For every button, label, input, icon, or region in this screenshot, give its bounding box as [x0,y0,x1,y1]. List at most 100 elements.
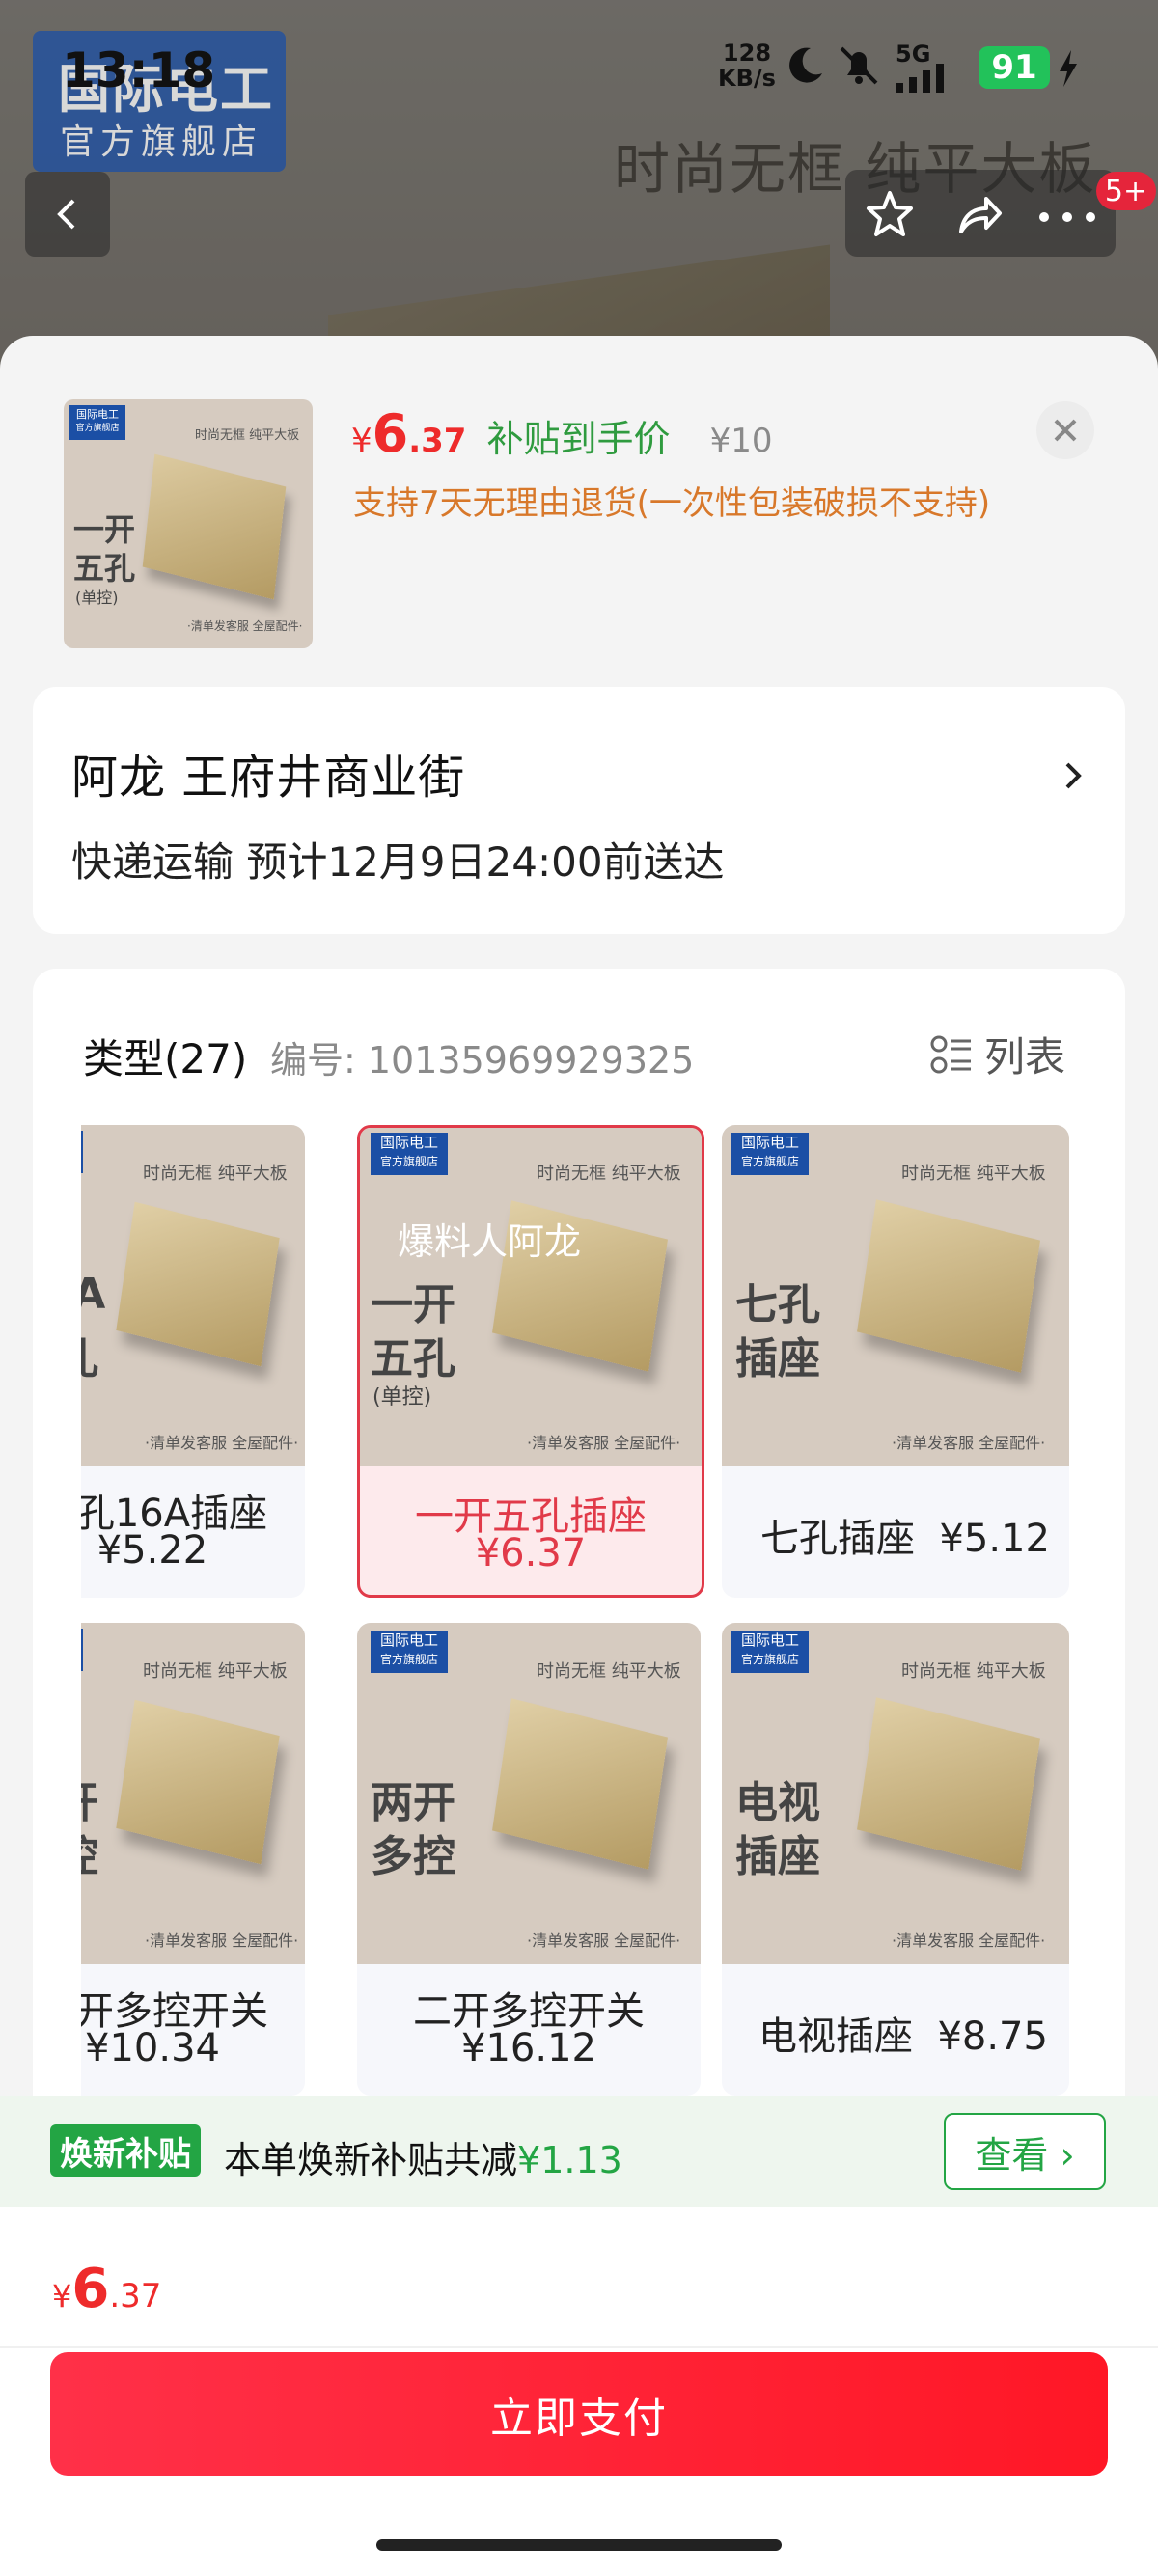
variant-tile[interactable]: 国际电工 官方旗舰店 时尚无框 纯平大板 电视 插座 ·清单发客服 全屋配件· 电… [722,1623,1069,2096]
variant-image-footer: ·清单发客服 全屋配件· [145,1932,299,1950]
variant-image-big-1: 两开 [371,1778,455,1827]
variant-name-price: 七孔插座 ¥5.12 [760,1507,1069,1563]
variant-image-headline: 时尚无框 纯平大板 [143,1164,288,1184]
variant-image-headline: 时尚无框 纯平大板 [901,1164,1046,1184]
subsidy-text: 本单焕新补贴共减¥1.13 [224,2139,622,2181]
total-currency: ¥ [52,2278,72,2315]
variant-image-big-2: 多控 [81,1822,98,1883]
variant-image-big-1: 七孔 [735,1280,820,1329]
variant-image-big-1: 电视 [735,1778,820,1827]
variant-image-footer: ·清单发客服 全屋配件· [527,1434,681,1452]
variant-image-headline: 时尚无框 纯平大板 [901,1661,1046,1682]
variant-image-big-1: 一开 [81,1768,98,1829]
brand-logo-mini: 国际电工官方旗舰店 [371,1631,448,1673]
chevron-right-icon [1060,756,1087,799]
price-line: ¥6.37 补贴到手价 ¥10 [351,403,773,465]
variant-image-footer: ·清单发客服 全屋配件· [145,1434,299,1452]
total-integer: 6 [71,2258,110,2320]
list-view-toggle[interactable]: 列表 [930,1025,1065,1083]
header-actions [845,170,1116,257]
variant-image-footer: ·清单发客服 全屋配件· [892,1434,1046,1452]
close-icon [1054,419,1077,442]
variant-image-big-2: 插座 [735,1334,820,1384]
close-button[interactable] [1036,401,1094,459]
list-view-icon [930,1035,971,1073]
variant-image: 国际电工 官方旗舰店 时尚无框 纯平大板 电视 插座 ·清单发客服 全屋配件· [722,1623,1069,1964]
delivery-estimate: 快递运输 预计12月9日24:00前送达 [71,838,725,886]
return-policy-note: 支持7天无理由退货(一次性包装破损不支持) [353,484,991,523]
subsidy-price-label: 补贴到手价 [486,418,671,460]
brand-logo-mini: 国际电工官方旗舰店 [371,1133,448,1175]
variant-image-footer: ·清单发客服 全屋配件· [527,1932,681,1950]
variant-grid: 国际电工官方旗舰店 时尚无框 纯平大板 16A 三孔 ·清单发客服 全屋配件· … [81,1110,1075,2113]
share-icon[interactable] [951,187,1006,245]
variant-image-big-1: 16A [81,1270,106,1319]
checkout-footer: ¥6.37 立即支付 [0,2207,1158,2576]
variant-image-big-2: 五孔 [371,1334,455,1384]
thumb-big-2: 五孔 [73,550,136,587]
variant-image-headline: 时尚无框 纯平大板 [537,1661,681,1682]
variant-image: 国际电工 官方旗舰店 时尚无框 纯平大板 爆料人阿龙 一开 五孔 (单控) ·清单… [360,1128,702,1466]
variant-price: ¥16.12 [461,2026,596,2070]
battery-level: 91 [979,46,1050,89]
list-view-label: 列表 [984,1033,1066,1081]
status-time: 13:18 [62,42,216,98]
subsidy-amount: ¥1.13 [517,2139,622,2181]
thumb-small: (单控) [75,589,119,607]
subsidy-tag: 焕新补贴 [50,2124,201,2177]
address-card[interactable]: 阿龙 王府井商业街 快递运输 预计12月9日24:00前送达 [33,687,1125,934]
switch-panel-image [492,1698,668,1870]
variant-name: 七孔插座 [760,1517,915,1561]
thumb-footer: ·清单发客服 全屋配件· [187,619,303,633]
variant-image-footer: ·清单发客服 全屋配件· [892,1932,1046,1950]
switch-panel-image [116,1699,280,1865]
brand-logo-mini: 国际电工官方旗舰店 [731,1631,809,1673]
signal-bars-icon [896,62,957,96]
brand-logo-sub: 官方旗舰店 [60,123,263,162]
variant-tile[interactable]: 国际电工官方旗舰店 时尚无框 纯平大板 16A 三孔 ·清单发客服 全屋配件· … [81,1125,305,1598]
variant-image-big-2: 三孔 [81,1324,98,1385]
variant-tile[interactable]: 国际电工 官方旗舰店 时尚无框 纯平大板 七孔 插座 ·清单发客服 全屋配件· 七… [722,1125,1069,1598]
back-button[interactable] [25,172,110,257]
mute-bell-icon [836,44,882,91]
variant-image: 国际电工官方旗舰店 时尚无框 纯平大板 一开 多控 ·清单发客服 全屋配件· [81,1623,305,1964]
brand-logo-mini: 国际电工官方旗舰店 [81,1629,83,1671]
delivery-address: 阿龙 王府井商业街 [71,751,466,805]
variant-tile-selected[interactable]: 国际电工 官方旗舰店 时尚无框 纯平大板 爆料人阿龙 一开 五孔 (单控) ·清单… [357,1125,704,1598]
brand-logo-mini: 国际电工官方旗舰店 [81,1131,83,1173]
price-currency: ¥ [351,422,372,460]
price-decimal: .37 [408,422,467,460]
variant-tile[interactable]: 国际电工官方旗舰店 时尚无框 纯平大板 一开 多控 ·清单发客服 全屋配件· 一… [81,1623,305,2096]
chevron-left-icon [57,199,75,230]
switch-panel-image [857,1199,1040,1373]
brand-logo-mini: 国际电工官方旗舰店 [731,1133,809,1175]
variant-tile[interactable]: 国际电工 官方旗舰店 时尚无框 纯平大板 两开 多控 ·清单发客服 全屋配件· 二… [357,1623,701,2096]
sku-number: 编号: 10135969929325 [270,1039,695,1082]
variant-image: 国际电工 官方旗舰店 时尚无框 纯平大板 两开 多控 ·清单发客服 全屋配件· [357,1623,701,1964]
total-decimal: .37 [109,2277,162,2316]
variant-name-price: 电视插座 ¥8.75 [758,2005,1069,2061]
watermark-text: 爆料人阿龙 [398,1220,582,1263]
divider [0,2346,1158,2348]
variant-image-small: (单控) [372,1385,432,1410]
variant-price: ¥6.37 [475,1531,587,1576]
thumb-headline: 时尚无框 纯平大板 [195,428,300,443]
home-indicator[interactable] [376,2539,782,2551]
variant-price: ¥8.75 [937,2014,1048,2059]
variant-image: 国际电工官方旗舰店 时尚无框 纯平大板 16A 三孔 ·清单发客服 全屋配件· [81,1125,305,1466]
brand-logo-mini: 国际电工官方旗舰店 [69,405,125,440]
pay-now-button[interactable]: 立即支付 [50,2352,1108,2476]
network-speed: 128 KB/s [718,40,776,92]
moon-icon [784,44,826,91]
price-integer: 6 [372,403,409,464]
original-price: ¥10 [709,422,773,460]
switch-panel-image [857,1697,1040,1871]
variant-image-headline: 时尚无框 纯平大板 [143,1661,288,1682]
variant-price: ¥10.34 [85,2026,220,2070]
star-icon[interactable] [863,187,917,245]
total-price: ¥6.37 [52,2258,161,2320]
selected-product-thumbnail: 国际电工 官方旗舰店 时尚无框 纯平大板 一开 五孔 (单控) ·清单发客服 全屋… [64,399,313,648]
view-subsidy-button[interactable]: 查看 › [944,2113,1106,2190]
more-icon[interactable] [1038,208,1096,227]
variant-image-headline: 时尚无框 纯平大板 [537,1164,681,1184]
